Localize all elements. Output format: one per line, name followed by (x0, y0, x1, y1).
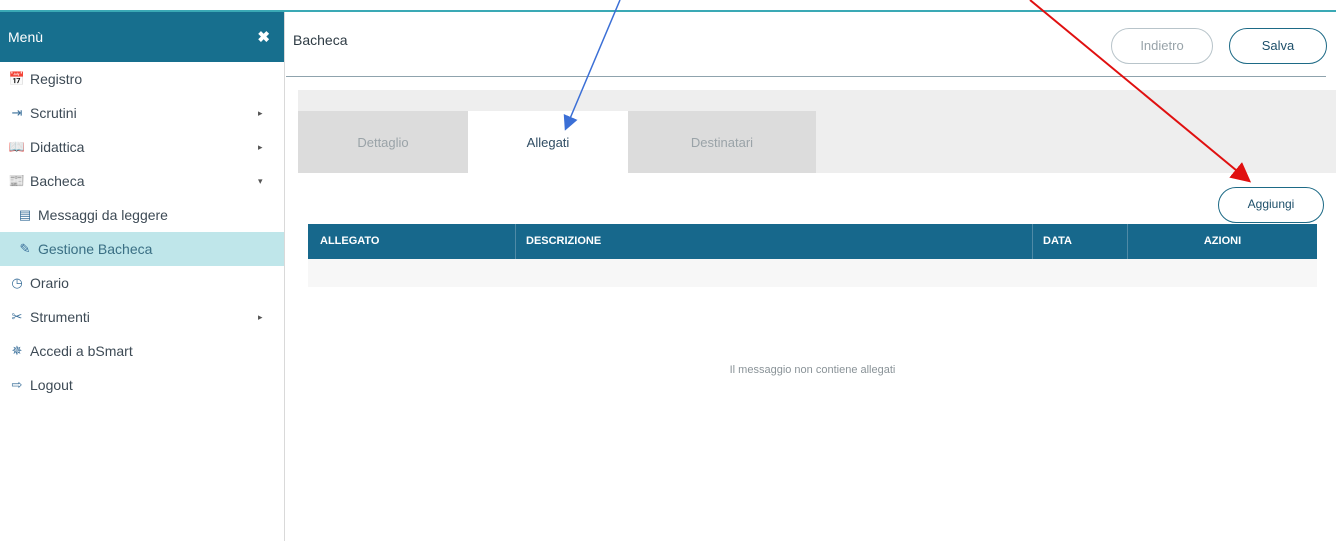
table-empty-row (308, 259, 1317, 287)
column-header-data[interactable]: DATA (1033, 224, 1128, 259)
main-content: Bacheca Indietro Salva Dettaglio Allegat… (286, 12, 1336, 541)
menu-title: Menù (8, 29, 44, 45)
sidebar-item-label: Didattica (30, 139, 85, 155)
title-bar: Bacheca Indietro Salva (286, 12, 1327, 77)
sidebar-item-label: Scrutini (30, 105, 77, 121)
sidebar-item-label: Accedi a bSmart (30, 343, 133, 359)
sidebar-item-label: Messaggi da leggere (38, 207, 168, 223)
sidebar-item-label: Gestione Bacheca (38, 241, 153, 257)
sidebar-item-label: Orario (30, 275, 69, 291)
close-icon[interactable]: ✖ (257, 28, 270, 46)
back-button[interactable]: Indietro (1111, 28, 1213, 64)
sidebar: Menù ✖ 📅 Registro ⇥ Scrutini ▸ 📖 Didatti… (0, 12, 285, 541)
sidebar-item-orario[interactable]: ◷ Orario (0, 266, 284, 300)
sidebar-item-label: Strumenti (30, 309, 90, 325)
tab-allegati[interactable]: Allegati (468, 111, 628, 173)
sidebar-item-label: Registro (30, 71, 83, 87)
sidebar-item-accedi-bsmart[interactable]: ✵ Accedi a bSmart (0, 334, 284, 368)
chevron-right-icon: ▸ (258, 141, 263, 152)
chevron-right-icon: ▸ (258, 107, 263, 118)
tools-icon: ✂ (11, 309, 23, 324)
sidebar-item-scrutini[interactable]: ⇥ Scrutini ▸ (0, 96, 284, 130)
chevron-right-icon: ▸ (258, 311, 263, 322)
column-header-azioni: AZIONI (1203, 235, 1242, 247)
sidebar-item-gestione-bacheca[interactable]: ✎ Gestione Bacheca (0, 232, 284, 266)
export-icon: ⇥ (11, 105, 23, 120)
tab-dettaglio[interactable]: Dettaglio (298, 111, 468, 173)
sidebar-item-registro[interactable]: 📅 Registro (0, 62, 284, 96)
page-title: Bacheca (293, 32, 348, 48)
logout-icon: ⇨ (11, 377, 23, 392)
calendar-icon: 📅 (8, 71, 26, 86)
tab-destinatari[interactable]: Destinatari (628, 111, 816, 173)
empty-message: Il messaggio non contiene allegati (729, 364, 896, 376)
chevron-down-icon: ▾ (258, 175, 263, 186)
sidebar-item-strumenti[interactable]: ✂ Strumenti ▸ (0, 300, 284, 334)
tab-bar: Dettaglio Allegati Destinatari (298, 90, 1336, 173)
edit-icon: ✎ (19, 241, 31, 256)
newspaper-icon: ▤ (18, 207, 32, 222)
sidebar-item-bacheca[interactable]: 📰 Bacheca ▾ (0, 164, 284, 198)
sidebar-item-logout[interactable]: ⇨ Logout (0, 368, 284, 402)
gear-icon: ✵ (11, 343, 23, 358)
clock-icon: ◷ (11, 275, 23, 290)
book-icon: 📖 (8, 139, 26, 154)
menu-header: Menù ✖ (0, 12, 284, 62)
table-header: ALLEGATO DESCRIZIONE DATA AZIONI (308, 224, 1317, 259)
add-attachment-button[interactable]: Aggiungi (1218, 187, 1324, 223)
sidebar-item-didattica[interactable]: 📖 Didattica ▸ (0, 130, 284, 164)
bulletin-icon: 📰 (8, 173, 26, 188)
sidebar-item-label: Logout (30, 377, 73, 393)
sidebar-item-messaggi-da-leggere[interactable]: ▤ Messaggi da leggere (0, 198, 284, 232)
column-header-allegato[interactable]: ALLEGATO (308, 224, 516, 259)
sidebar-item-label: Bacheca (30, 173, 85, 189)
column-header-descrizione[interactable]: DESCRIZIONE (516, 224, 1033, 259)
save-button[interactable]: Salva (1229, 28, 1327, 64)
